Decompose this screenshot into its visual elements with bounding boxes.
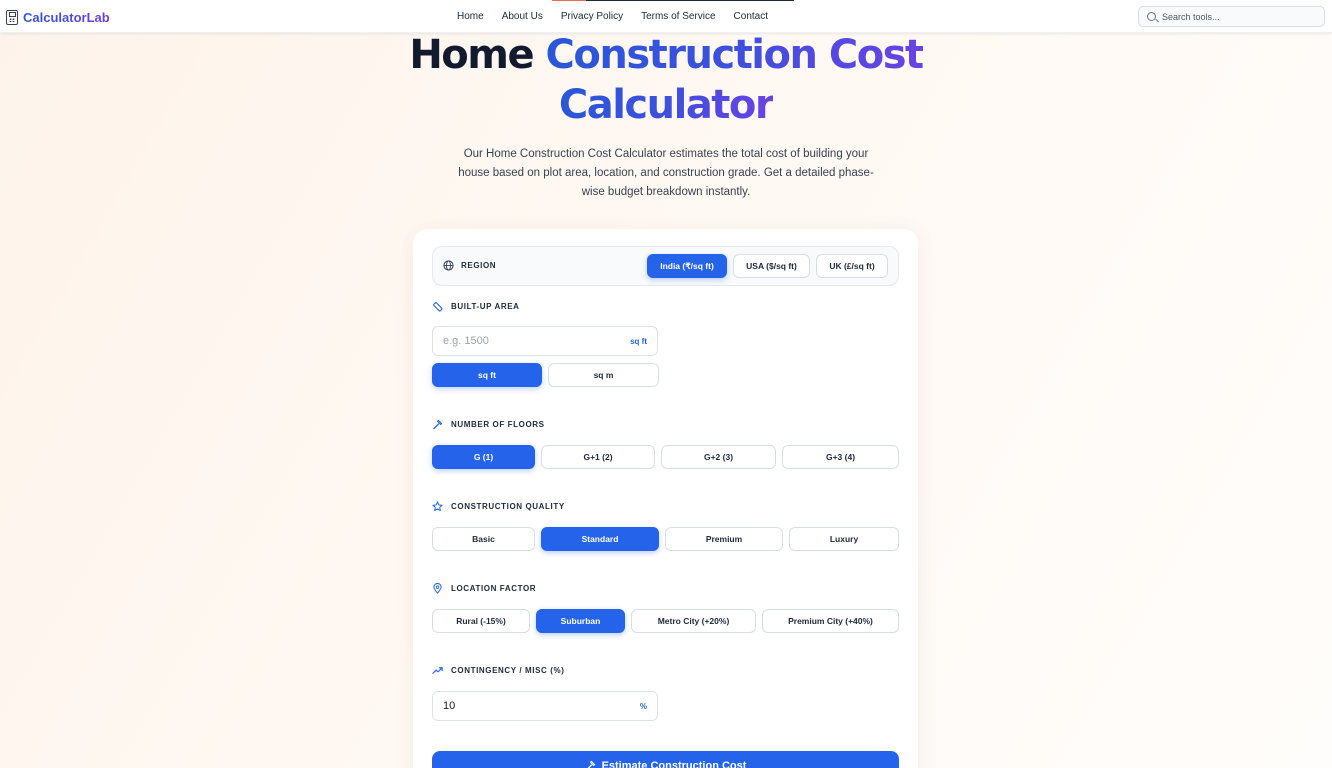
calculator-card: REGION India (₹/sq ft) USA ($/sq ft) UK … [413,229,918,768]
location-option-rural[interactable]: Rural (-15%) [432,609,530,633]
contingency-input[interactable] [443,700,640,712]
hammer-icon [587,760,595,768]
page-title: Home Construction Cost Calculator [0,30,1332,130]
quality-options: Basic Standard Premium Luxury [432,527,899,551]
region-option-uk[interactable]: UK (£/sq ft) [816,254,888,278]
nav-link-contact[interactable]: Contact [734,11,768,22]
estimate-button-label: Estimate Construction Cost [601,760,747,768]
page-description: Our Home Construction Cost Calculator es… [458,148,874,198]
estimate-button[interactable]: Estimate Construction Cost [432,751,899,768]
nav-link-terms[interactable]: Terms of Service [641,11,715,22]
quality-option-premium[interactable]: Premium [665,527,783,551]
nav-link-home[interactable]: Home [457,11,484,22]
nav-link-about[interactable]: About Us [502,11,543,22]
location-options: Rural (-15%) Suburban Metro City (+20%) … [432,609,899,633]
search-input[interactable] [1162,11,1312,22]
area-label: BUILT-UP AREA [451,301,520,311]
region-option-usa[interactable]: USA ($/sq ft) [733,254,810,278]
area-section-header: BUILT-UP AREA [432,300,520,312]
location-section-header: LOCATION FACTOR [432,582,536,594]
location-option-suburban[interactable]: Suburban [536,609,625,633]
contingency-section-header: CONTINGENCY / MISC (%) [432,664,565,676]
hammer-icon [433,419,443,429]
contingency-input-wrapper[interactable]: % [432,691,658,721]
location-pin-icon [433,582,442,594]
floors-option-g2[interactable]: G+1 (2) [541,445,655,469]
quality-option-basic[interactable]: Basic [432,527,535,551]
floors-option-g3[interactable]: G+2 (3) [661,445,776,469]
quality-option-luxury[interactable]: Luxury [789,527,899,551]
quality-option-standard[interactable]: Standard [541,527,659,551]
top-navigation: CalculatorLab Home About Us Privacy Poli… [0,0,1332,33]
floors-option-g4[interactable]: G+3 (4) [782,445,899,469]
brand-name: CalculatorLab [23,9,110,25]
location-option-premium-city[interactable]: Premium City (+40%) [762,609,899,633]
nav-link-privacy[interactable]: Privacy Policy [561,11,623,22]
region-label-group: REGION [443,260,496,271]
globe-icon [443,260,454,271]
location-label: LOCATION FACTOR [451,583,537,593]
floors-options: G (1) G+1 (2) G+2 (3) G+3 (4) [432,445,899,469]
title-part-calculator: Calculator [558,82,775,128]
area-input-wrapper[interactable]: sq ft [432,326,658,356]
trending-up-icon [432,666,443,674]
region-options: India (₹/sq ft) USA ($/sq ft) UK (£/sq f… [647,254,888,278]
nav-links: Home About Us Privacy Policy Terms of Se… [457,0,786,33]
area-unit-sqft[interactable]: sq ft [432,363,542,387]
area-unit-options: sq ft sq m [432,363,659,387]
area-unit-sqm[interactable]: sq m [548,363,659,387]
ruler-icon [433,301,443,312]
floors-option-g1[interactable]: G (1) [432,445,535,469]
quality-section-header: CONSTRUCTION QUALITY [432,500,565,512]
quality-label: CONSTRUCTION QUALITY [451,501,565,511]
region-option-india[interactable]: India (₹/sq ft) [647,254,727,278]
area-unit-suffix: sq ft [630,336,647,346]
location-option-metro[interactable]: Metro City (+20%) [631,609,756,633]
title-part-home: Home [409,32,534,78]
floors-label: NUMBER OF FLOORS [451,419,545,429]
region-selector: REGION India (₹/sq ft) USA ($/sq ft) UK … [432,246,899,286]
title-part-construction-cost: Construction Cost [545,32,925,78]
star-icon [432,500,443,511]
region-label: REGION [461,261,497,270]
contingency-label: CONTINGENCY / MISC (%) [451,665,565,675]
contingency-unit-suffix: % [639,701,647,711]
search-icon [1147,12,1156,21]
floors-section-header: NUMBER OF FLOORS [432,418,545,430]
area-input[interactable] [443,335,631,347]
brand-logo[interactable]: CalculatorLab [6,8,110,26]
search-box[interactable] [1138,6,1325,27]
calculator-icon [6,9,18,25]
